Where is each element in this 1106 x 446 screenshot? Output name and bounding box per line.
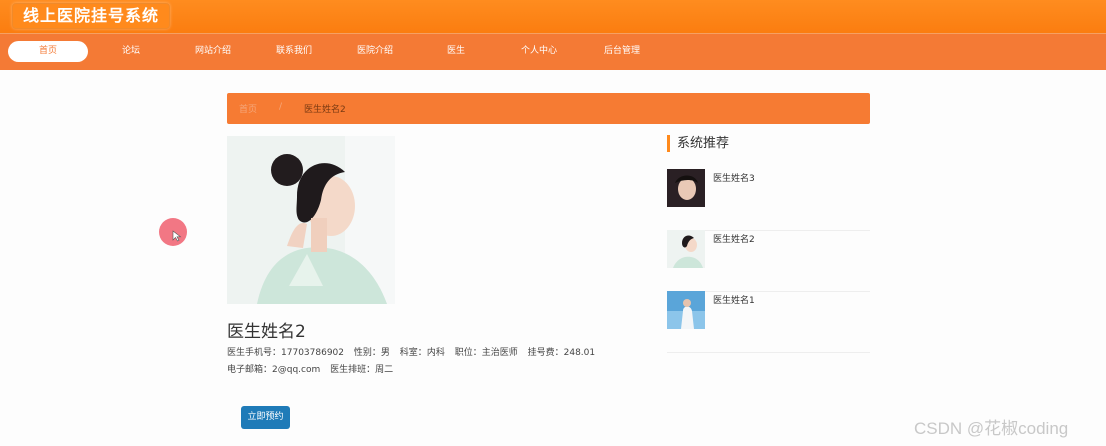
department-value: 内科 (426, 348, 445, 358)
recommend-item-name[interactable]: 医生姓名1 (713, 293, 755, 306)
doctor-info-line-1: 医生手机号：17703786902 性别：男 科室：内科 职位：主治医师 挂号费… (227, 345, 602, 358)
book-appointment-button[interactable]: 立即预约 (241, 406, 290, 429)
fee-label: 挂号费： (527, 348, 564, 358)
phone-label: 医生手机号： (227, 348, 282, 358)
department-field: 科室：内科 (400, 348, 445, 358)
fee-value: 248.01 (563, 348, 596, 358)
main-nav: 首页 论坛 网站介绍 联系我们 医院介绍 医生 个人中心 后台管理 (0, 33, 1106, 70)
recommend-item[interactable]: 医生姓名3 (667, 169, 870, 231)
recommend-thumbnail[interactable] (667, 230, 705, 268)
nav-item-hospital-intro[interactable]: 医院介绍 (357, 41, 393, 62)
nav-item-forum[interactable]: 论坛 (122, 41, 140, 62)
nav-item-doctor[interactable]: 医生 (447, 41, 465, 62)
breadcrumb-current: 医生姓名2 (304, 105, 346, 115)
doctor-photo (227, 136, 395, 304)
title-field: 职位：主治医师 (455, 348, 518, 358)
email-field: 电子邮箱：2@qq.com (227, 365, 320, 375)
schedule-label: 医生排班： (330, 365, 376, 375)
recommend-thumbnail[interactable] (667, 291, 705, 329)
gender-label: 性别： (353, 348, 381, 358)
recommend-item-name[interactable]: 医生姓名2 (713, 232, 755, 245)
recommend-item-name[interactable]: 医生姓名3 (713, 171, 755, 184)
nav-item-contact[interactable]: 联系我们 (276, 41, 312, 62)
breadcrumb-separator: / (279, 102, 283, 112)
nav-item-admin[interactable]: 后台管理 (604, 41, 640, 62)
phone-field: 医生手机号：17703786902 (227, 348, 344, 358)
phone-value: 17703786902 (281, 348, 345, 358)
top-header: 线上医院挂号系统 (0, 0, 1106, 33)
doctor-info-line-2: 电子邮箱：2@qq.com 医生排班：周二 (227, 362, 400, 375)
mouse-cursor-icon (172, 230, 182, 242)
recommend-item[interactable]: 医生姓名1 (667, 291, 870, 353)
site-logo-title[interactable]: 线上医院挂号系统 (12, 3, 171, 29)
email-value: 2@qq.com (272, 365, 321, 375)
breadcrumb-home[interactable]: 首页 (239, 102, 257, 115)
gender-field: 性别：男 (354, 348, 390, 358)
gender-value: 男 (380, 348, 390, 358)
doctor-name: 医生姓名2 (227, 322, 306, 342)
breadcrumb: 首页 / 医生姓名2 (227, 93, 870, 124)
nav-item-home[interactable]: 首页 (8, 41, 88, 62)
recommend-thumbnail[interactable] (667, 169, 705, 207)
fee-field: 挂号费：248.01 (528, 348, 596, 358)
recommend-item[interactable]: 医生姓名2 (667, 230, 870, 292)
email-label: 电子邮箱： (227, 365, 273, 375)
nav-item-site-intro[interactable]: 网站介绍 (195, 41, 231, 62)
watermark-text: CSDN @花椒coding (914, 419, 1069, 438)
title-label: 职位： (454, 348, 482, 358)
schedule-field: 医生排班：周二 (330, 365, 393, 375)
nav-item-personal-center[interactable]: 个人中心 (521, 41, 557, 62)
schedule-value: 周二 (375, 365, 394, 375)
title-value: 主治医师 (481, 348, 518, 358)
recommend-title: 系统推荐 (667, 135, 729, 152)
department-label: 科室： (399, 348, 427, 358)
